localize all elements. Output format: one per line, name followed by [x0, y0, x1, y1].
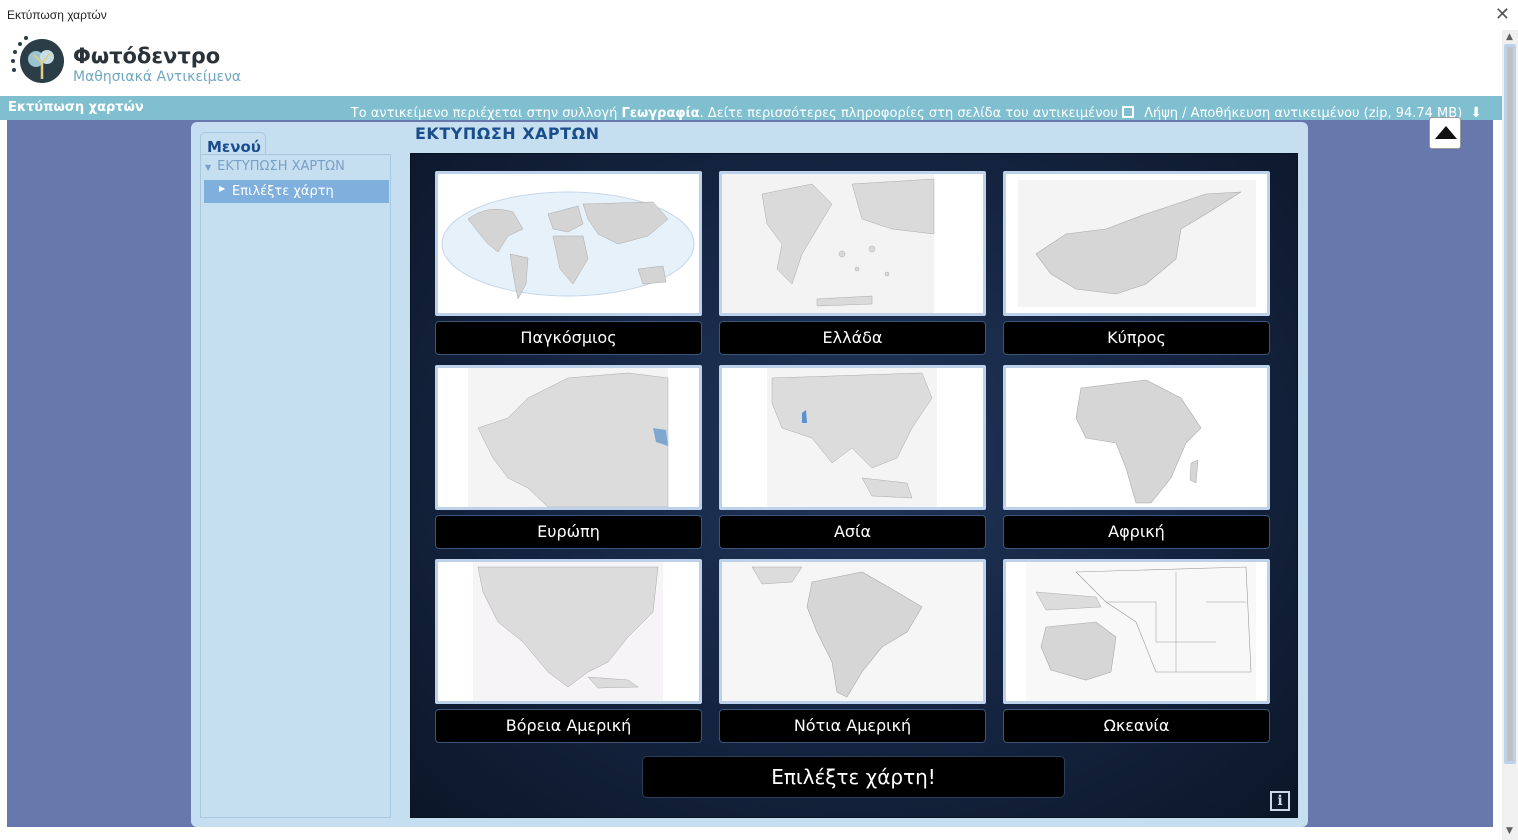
collection-suffix[interactable]: . Δείτε περισσότερες πληροφορίες στη σελ…: [700, 106, 1118, 121]
download-link[interactable]: Λήψη / Αποθήκευση αντικειμένου (zip, 94.…: [1144, 106, 1462, 121]
map-button-south-america[interactable]: Νότια Αμερική: [719, 709, 986, 743]
map-thumbnail-north-america[interactable]: [435, 559, 702, 704]
map-thumbnail-cyprus[interactable]: [1003, 171, 1270, 316]
map-thumbnail-oceania[interactable]: [1003, 559, 1270, 704]
info-icon[interactable]: i: [1270, 791, 1290, 811]
window-title: Εκτύπωση χαρτών: [7, 8, 107, 22]
menu-panel: ▼ ΕΚΤΥΠΩΣΗ ΧΑΡΤΩΝ ▶ Επιλέξτε χάρτη: [200, 154, 391, 818]
map-button-cyprus[interactable]: Κύπρος: [1003, 321, 1270, 355]
menu-item-choose-map[interactable]: ▶ Επιλέξτε χάρτη: [204, 180, 389, 203]
map-button-asia[interactable]: Ασία: [719, 515, 986, 549]
info-bar: Εκτύπωση χαρτών Το αντικείμενο περιέχετα…: [0, 96, 1502, 121]
brand-subtitle: Μαθησιακά Αντικείμενα: [73, 69, 242, 85]
south-america-map-image: [722, 562, 983, 701]
map-card-north-america[interactable]: Βόρεια Αμερική: [435, 559, 702, 743]
menu-tab[interactable]: Μενού: [200, 132, 266, 156]
map-button-north-america[interactable]: Βόρεια Αμερική: [435, 709, 702, 743]
map-button-europe[interactable]: Ευρώπη: [435, 515, 702, 549]
map-button-africa[interactable]: Αφρική: [1003, 515, 1270, 549]
external-link-icon[interactable]: [1121, 106, 1134, 118]
map-button-world[interactable]: Παγκόσμιος: [435, 321, 702, 355]
map-thumbnail-africa[interactable]: [1003, 365, 1270, 510]
map-button-greece[interactable]: Ελλάδα: [719, 321, 986, 355]
map-thumbnail-south-america[interactable]: [719, 559, 986, 704]
collection-prefix: Το αντικείμενο περιέχεται στην συλλογή: [350, 106, 622, 121]
menu-item-label: Επιλέξτε χάρτη: [232, 184, 334, 199]
map-card-greece[interactable]: Ελλάδα: [719, 171, 986, 355]
map-card-asia[interactable]: Ασία: [719, 365, 986, 549]
close-icon[interactable]: ✕: [1495, 4, 1510, 25]
menu-section[interactable]: ▼ ΕΚΤΥΠΩΣΗ ΧΑΡΤΩΝ: [205, 159, 345, 174]
scroll-down-icon[interactable]: ▼: [1506, 826, 1513, 836]
map-thumbnail-europe[interactable]: [435, 365, 702, 510]
triangle-down-icon: ▼: [205, 163, 212, 172]
page-title: ΕΚΤΥΠΩΣΗ ΧΑΡΤΩΝ: [415, 124, 600, 143]
map-thumbnail-world[interactable]: [435, 171, 702, 316]
map-card-europe[interactable]: Ευρώπη: [435, 365, 702, 549]
info-bar-title: Εκτύπωση χαρτών: [8, 100, 144, 115]
menu-section-label: ΕΚΤΥΠΩΣΗ ΧΑΡΤΩΝ: [217, 159, 345, 174]
cyprus-map-image: [1018, 180, 1256, 307]
download-icon[interactable]: ⬇: [1470, 105, 1482, 121]
scrollbar-thumb[interactable]: [1504, 44, 1516, 764]
asia-map-image: [767, 368, 937, 507]
photodentro-logo-icon: [20, 39, 64, 83]
africa-map-image: [1075, 379, 1202, 504]
map-thumbnail-greece[interactable]: [719, 171, 986, 316]
oceania-map-image: [1026, 562, 1256, 701]
triangle-right-icon: ▶: [219, 184, 226, 193]
choose-map-button[interactable]: Επιλέξτε χάρτη!: [642, 756, 1065, 798]
map-card-oceania[interactable]: Ωκεανία: [1003, 559, 1270, 743]
window-titlebar: Εκτύπωση χαρτών ✕: [0, 0, 1518, 30]
brand-header[interactable]: Φωτόδεντρο Μαθησιακά Αντικείμενα: [8, 34, 508, 90]
map-card-cyprus[interactable]: Κύπρος: [1003, 171, 1270, 355]
map-thumbnail-asia[interactable]: [719, 365, 986, 510]
map-card-south-america[interactable]: Νότια Αμερική: [719, 559, 986, 743]
map-card-world[interactable]: Παγκόσμιος: [435, 171, 702, 355]
brand-name: Φωτόδεντρο: [73, 44, 221, 68]
arrow-up-icon: [1435, 126, 1457, 139]
info-bar-text: Το αντικείμενο περιέχεται στην συλλογή Γ…: [351, 105, 1482, 121]
vertical-scrollbar[interactable]: ▲ ▼: [1502, 30, 1518, 840]
europe-map-image: [468, 368, 669, 507]
map-button-oceania[interactable]: Ωκεανία: [1003, 709, 1270, 743]
north-america-map-image: [473, 562, 663, 701]
scroll-up-icon[interactable]: ▲: [1506, 32, 1513, 42]
world-map-image: [441, 191, 695, 300]
collection-link[interactable]: Γεωγραφία: [621, 106, 699, 121]
scroll-to-top-button[interactable]: [1429, 117, 1461, 149]
greece-map-image: [722, 174, 935, 313]
map-card-africa[interactable]: Αφρική: [1003, 365, 1270, 549]
